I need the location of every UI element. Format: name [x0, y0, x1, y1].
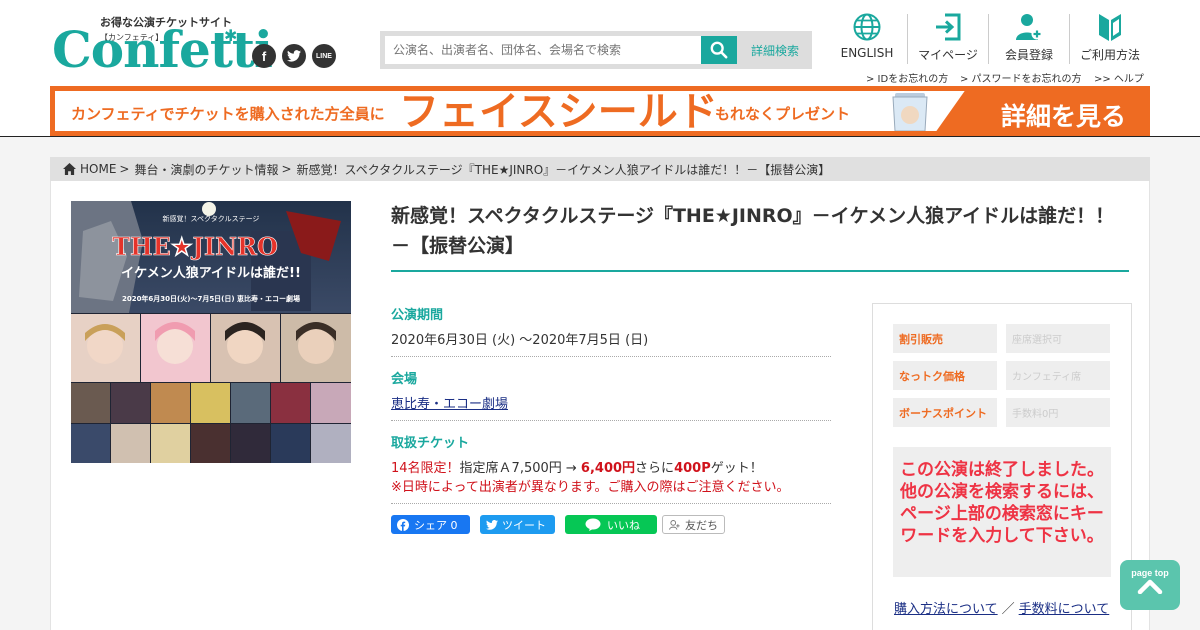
ticket-get: ゲット！: [710, 461, 763, 476]
ticket-offer: 14名限定！指定席Ａ7,500円 → 6,400円さらに400Pゲット！: [391, 457, 763, 476]
user-add-icon: [669, 519, 680, 530]
nav-english[interactable]: ENGLISH: [827, 12, 907, 64]
page-top-label: page top: [1131, 568, 1169, 578]
breadcrumb-current: 新感覚！スペクタクルステージ『THE★JINRO』－イケメン人狼アイドルは誰だ！…: [296, 162, 831, 177]
bonus-point-label: ボーナスポイント: [893, 398, 997, 427]
banner-lead-text: カンフェティでチケットを購入された方全員に: [71, 105, 385, 123]
line-add-friend-label: 友だち: [685, 518, 718, 532]
period-label: 公演期間: [391, 308, 444, 323]
event-detail: 新感覚！スペクタクルステージ THE★JINRO イケメン人狼アイドルは誰だ!!…: [50, 181, 1150, 630]
ticket-seat: 指定席Ａ7,500円 →: [459, 461, 581, 476]
ticket-points: 400P: [674, 461, 711, 476]
twitter-icon: [486, 519, 498, 530]
logo-star-icon: ✱: [224, 26, 238, 45]
nav-label: 会員登録: [1004, 48, 1053, 62]
promo-banner[interactable]: カンフェティでチケットを購入された方全員に フェイスシールド もれなくプレゼント…: [50, 86, 1150, 136]
beginner-mark-icon: [1099, 14, 1121, 41]
poster-logo: THE★JINRO: [112, 232, 278, 261]
nav-label: マイページ: [918, 48, 978, 62]
purchase-panel: 割引販売 座席選択可 なっトク価格 カンフェティ席 ボーナスポイント 手数料0円…: [872, 303, 1132, 630]
advanced-search-link[interactable]: 詳細検索: [740, 36, 810, 64]
line-icon: [585, 518, 601, 531]
event-ended-notice: この公演は終了しました。他の公演を検索するには、ページ上部の検索窓にキーワードを…: [893, 447, 1111, 577]
banner-cta[interactable]: 詳細を見る: [935, 91, 1145, 131]
poster-tagline: イケメン人狼アイドルは誰だ!!: [121, 265, 301, 281]
poster-small-caption: 新感覚！スペクタクルステージ: [163, 214, 260, 223]
forgot-password-link[interactable]: > パスワードをお忘れの方: [960, 70, 1082, 85]
search-icon: [710, 41, 728, 59]
search-bar: 詳細検索: [380, 31, 812, 69]
banner-cta-label: 詳細を見る: [1001, 102, 1127, 131]
user-add-icon: [1016, 14, 1043, 40]
nav-guide[interactable]: ご利用方法: [1070, 12, 1150, 64]
poster-dates: 2020年6月30日(火)〜7月5日(日) 恵比寿・エコー劇場: [122, 294, 300, 303]
nav-label: ご利用方法: [1079, 48, 1140, 62]
help-link[interactable]: >> ヘルプ: [1094, 70, 1144, 85]
title-divider: [391, 270, 1129, 272]
nav-register[interactable]: 会員登録: [989, 12, 1069, 64]
bargain-price-label: なっトク価格: [893, 361, 997, 390]
purchase-method-link[interactable]: 購入方法について: [894, 602, 998, 617]
banner-headline: フェイスシールド: [399, 90, 718, 132]
ticket-note: ※日時によって出演者が異なります。ご購入の際はご注意ください。: [391, 480, 790, 495]
breadcrumb-home[interactable]: HOME: [80, 162, 116, 176]
line-like-button[interactable]: いいね: [565, 515, 657, 534]
facebook-share-label: シェア 0: [414, 518, 458, 532]
divider: [391, 503, 831, 504]
period-value: 2020年6月30日 (火) ～2020年7月5日 (日): [391, 333, 649, 348]
tickets-label: 取扱チケット: [391, 436, 470, 451]
fee-info-link[interactable]: 手数料について: [1019, 602, 1110, 617]
bargain-price-value: カンフェティ席: [1006, 361, 1110, 390]
event-poster: 新感覚！スペクタクルステージ THE★JINRO イケメン人狼アイドルは誰だ!!…: [71, 201, 351, 463]
logo-wordmark: Confetti: [52, 20, 273, 79]
search-input[interactable]: [385, 36, 701, 64]
breadcrumb: HOME > 舞台・演劇のチケット情報 > 新感覚！スペクタクルステージ『THE★J…: [50, 157, 1150, 181]
search-button[interactable]: [701, 36, 737, 64]
line-like-label: いいね: [607, 518, 640, 532]
forgot-id-link[interactable]: > IDをお忘れの方: [866, 70, 948, 85]
divider: [391, 420, 831, 421]
twitter-share-label: ツイート: [502, 518, 546, 532]
face-shield-icon: [892, 93, 928, 131]
venue-link[interactable]: 恵比寿・エコー劇場: [391, 397, 508, 412]
facebook-icon[interactable]: f: [252, 44, 276, 68]
help-links: 購入方法について／手数料について: [894, 602, 1110, 617]
divider: [391, 356, 831, 357]
page-top-button[interactable]: page top: [1120, 560, 1180, 610]
twitter-icon[interactable]: [282, 44, 306, 68]
event-title: 新感覚！スペクタクルステージ『THE★JINRO』－イケメン人狼アイドルは誰だ！…: [391, 205, 1115, 257]
breadcrumb-category[interactable]: 舞台・演劇のチケット情報: [134, 161, 278, 178]
site-header: お得な公演チケットサイト 【カンフェティ】 Confetti ✱ f LINE …: [0, 0, 1200, 137]
line-add-friend-button[interactable]: 友だち: [662, 515, 725, 534]
venue-label: 会場: [391, 372, 418, 387]
banner-tail-text: もれなくプレゼント: [715, 105, 851, 123]
home-icon: [63, 163, 76, 175]
site-logo[interactable]: お得な公演チケットサイト 【カンフェティ】 Confetti ✱: [52, 12, 273, 79]
twitter-share-button[interactable]: ツイート: [480, 515, 555, 534]
nav-mypage[interactable]: マイページ: [908, 12, 988, 64]
ticket-plus: さらに: [635, 461, 675, 476]
nav-label: ENGLISH: [840, 46, 894, 60]
facebook-share-button[interactable]: シェア 0: [391, 515, 470, 534]
line-icon[interactable]: LINE: [312, 44, 336, 68]
ticket-limit: 14名限定！: [391, 461, 460, 476]
ticket-price: 6,400円: [580, 461, 636, 476]
chevron-up-icon: [1137, 579, 1163, 594]
facebook-icon: [397, 518, 409, 531]
bonus-point-value: 手数料0円: [1006, 398, 1110, 427]
login-icon: [936, 13, 961, 41]
discount-sale-value: 座席選択可: [1006, 324, 1110, 353]
discount-sale-label: 割引販売: [893, 324, 997, 353]
cast-photos-ensemble: [71, 383, 351, 463]
cast-photos-main: [71, 314, 351, 382]
globe-icon: [853, 13, 881, 41]
